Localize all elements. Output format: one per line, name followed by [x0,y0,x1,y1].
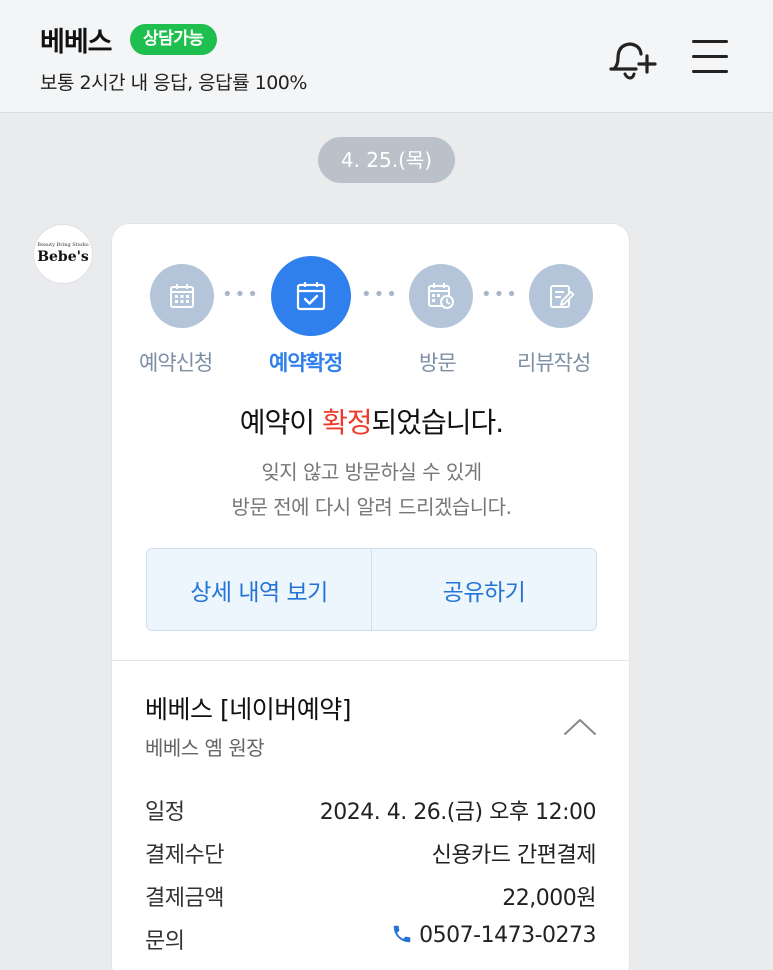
confirmation-highlight: 확정 [321,406,373,439]
payment-method-value: 신용카드 간편결제 [431,843,597,868]
step-review [529,264,593,328]
booking-subtitle: 베베스 옘 원장 [145,736,265,760]
avatar[interactable]: Beauty Bring Studio Bebe's [33,224,93,284]
step-connector: ••• [361,284,399,305]
reservation-card: ••• ••• ••• 예약신청 예약확정 방문 리뷰작성 예약이 확정되었습니… [111,223,630,970]
view-details-button[interactable]: 상세 내역 보기 [147,549,371,630]
payment-method-label: 결제수단 [145,843,224,868]
avatar-brand: Bebe's [37,249,89,265]
date-separator: 4. 25.(목) [318,137,455,183]
inquiry-phone-link[interactable]: 0507-1473-0273 [391,923,596,948]
step-request [150,264,214,328]
review-edit-icon [550,285,575,308]
status-badge: 상담가능 [130,24,217,55]
confirmation-message-line1: 잊지 않고 방문하실 수 있게 [261,460,482,484]
schedule-value: 2024. 4. 26.(금) 오후 12:00 [319,800,597,825]
inquiry-phone-value[interactable]: 0507-1473-0273 [419,923,596,948]
chevron-up-icon [564,719,596,735]
share-button[interactable]: 공유하기 [371,549,596,630]
calendar-grid-icon [170,284,194,308]
step-label-review: 리뷰작성 [517,351,591,375]
step-label-visit: 방문 [419,351,457,375]
step-connector: ••• [481,284,519,305]
payment-amount-value: 22,000원 [502,886,596,911]
schedule-label: 일정 [145,800,185,825]
bell-plus-icon [609,42,657,80]
payment-amount-label: 결제금액 [145,886,224,911]
step-label-request: 예약신청 [139,351,213,375]
step-visit [409,264,473,328]
collapse-button[interactable] [562,716,598,738]
calendar-clock-icon [428,283,454,309]
inquiry-label: 문의 [145,929,185,954]
confirmation-message-line2: 방문 전에 다시 알려 드리겠습니다. [231,495,512,519]
step-confirmed [271,256,351,336]
divider [112,660,629,661]
confirmation-title: 예약이 확정되었습니다. [239,406,504,439]
hamburger-menu-icon [692,40,728,43]
notification-button[interactable] [606,36,658,80]
response-info: 보통 2시간 내 응답, 응답률 100% [40,72,307,94]
shop-name[interactable]: 베베스 [40,20,113,59]
step-connector: ••• [222,284,260,305]
avatar-tagline: Beauty Bring Studio [37,242,89,248]
menu-button[interactable] [690,40,730,76]
chat-header: 베베스 상담가능 보통 2시간 내 응답, 응답률 100% [0,0,773,113]
phone-icon [393,925,411,943]
action-buttons: 상세 내역 보기 공유하기 [146,548,597,631]
step-label-confirmed: 예약확정 [269,351,343,375]
calendar-check-icon [296,282,326,311]
booking-title: 베베스 [네이버예약] [145,695,351,724]
